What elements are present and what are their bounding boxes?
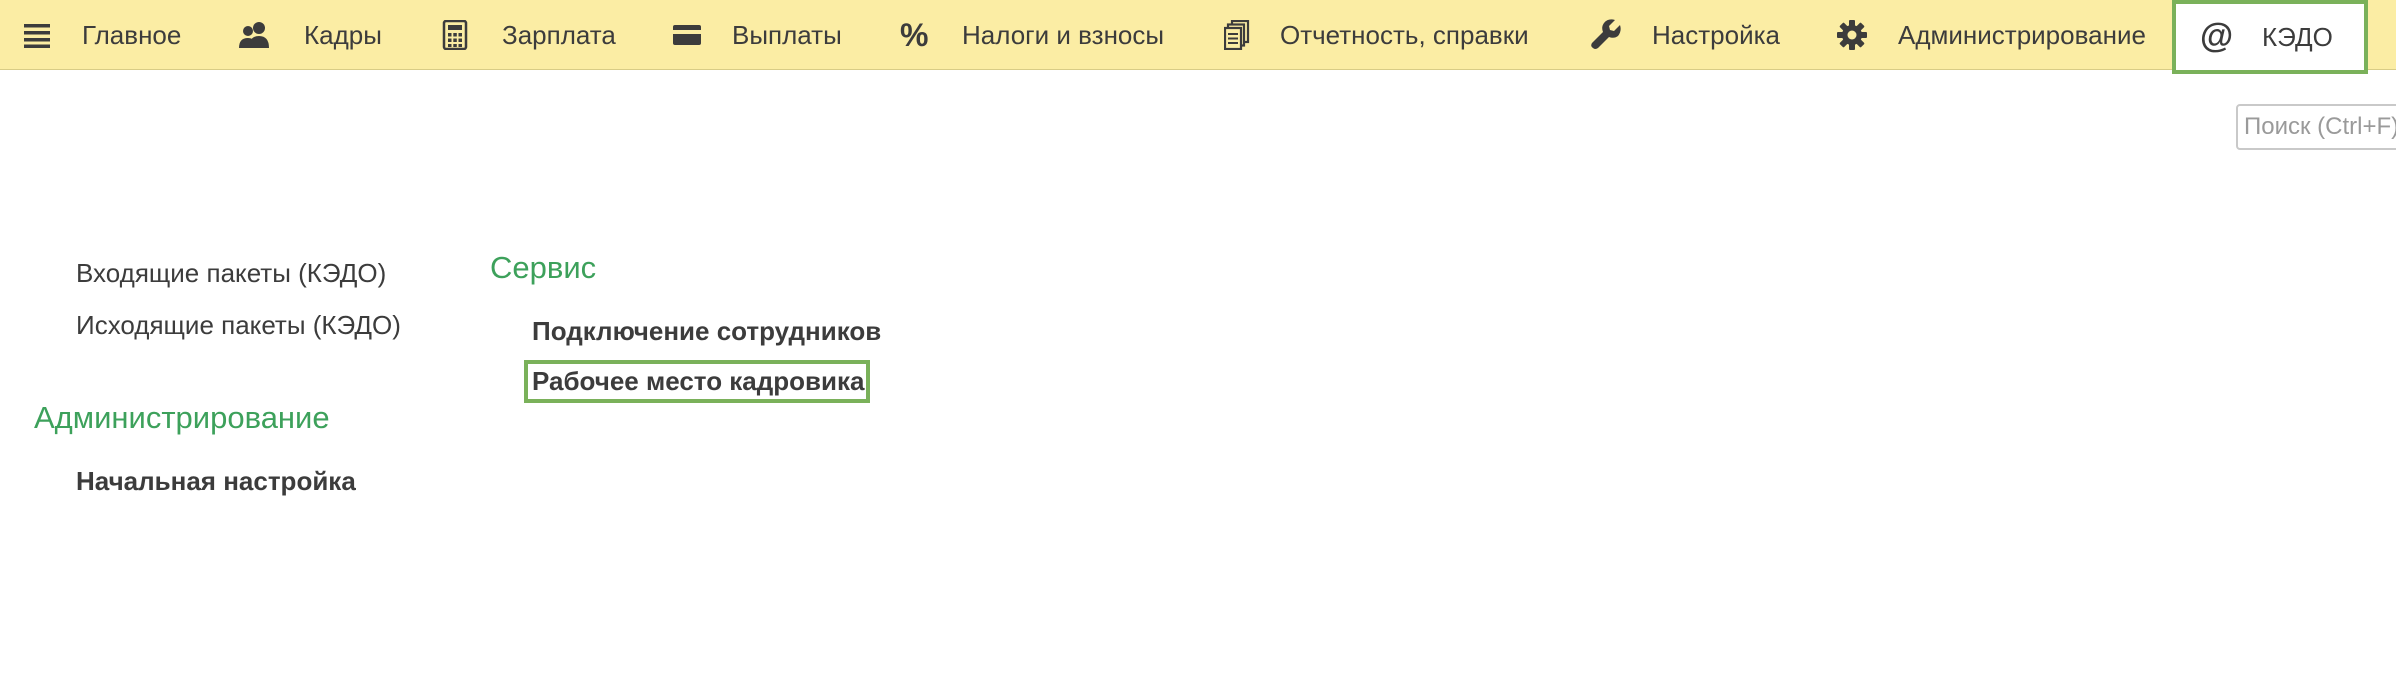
svg-text:@: @ [2200,21,2232,53]
calculator-icon [442,20,468,50]
link-incoming-packages[interactable]: Входящие пакеты (КЭДО) [76,258,386,289]
users-icon [239,22,269,48]
wallet-icon [673,25,701,45]
nav-item-salary[interactable]: Зарплата [442,0,616,70]
svg-text:%: % [900,20,928,50]
nav-label: Настройка [1652,19,1780,50]
nav-item-taxes[interactable]: % Налоги и взносы [900,0,1164,70]
nav-label: Администрирование [1898,19,2146,50]
section-title-service: Сервис [490,250,597,285]
nav-item-payments[interactable]: Выплаты [672,0,842,70]
top-navigation-bar: Главное Кадры Зарплата Выплаты % Налоги … [0,0,2396,74]
nav-label: КЭДО [2262,21,2333,52]
link-connect-employees[interactable]: Подключение сотрудников [532,316,881,347]
nav-item-administration[interactable]: Администрирование [1836,0,2146,70]
search-input[interactable] [2236,104,2396,150]
nav-item-reports[interactable]: Отчетность, справки [1224,0,1529,70]
link-hr-workplace[interactable]: Рабочее место кадровика [524,360,871,403]
wrench-icon [1591,19,1621,49]
documents-icon [1224,20,1250,50]
link-initial-setup[interactable]: Начальная настройка [76,466,356,497]
nav-label: Отчетность, справки [1280,19,1529,50]
link-outgoing-packages[interactable]: Исходящие пакеты (КЭДО) [76,310,401,341]
nav-item-kedo[interactable]: @ КЭДО [2172,0,2368,74]
nav-item-main[interactable]: Главное [22,0,181,70]
nav-label: Выплаты [732,19,842,50]
nav-item-personnel[interactable]: Кадры [238,0,382,70]
nav-label: Зарплата [502,19,616,50]
at-sign-icon: @ [2200,21,2232,53]
nav-label: Налоги и взносы [962,19,1165,50]
nav-label: Кадры [304,19,382,50]
percent-icon: % [900,20,928,50]
gear-icon [1837,20,1867,50]
nav-label: Главное [82,19,182,50]
nav-item-settings[interactable]: Настройка [1590,0,1780,70]
hamburger-menu-icon[interactable] [22,22,52,48]
section-title-administration: Администрирование [34,400,330,435]
